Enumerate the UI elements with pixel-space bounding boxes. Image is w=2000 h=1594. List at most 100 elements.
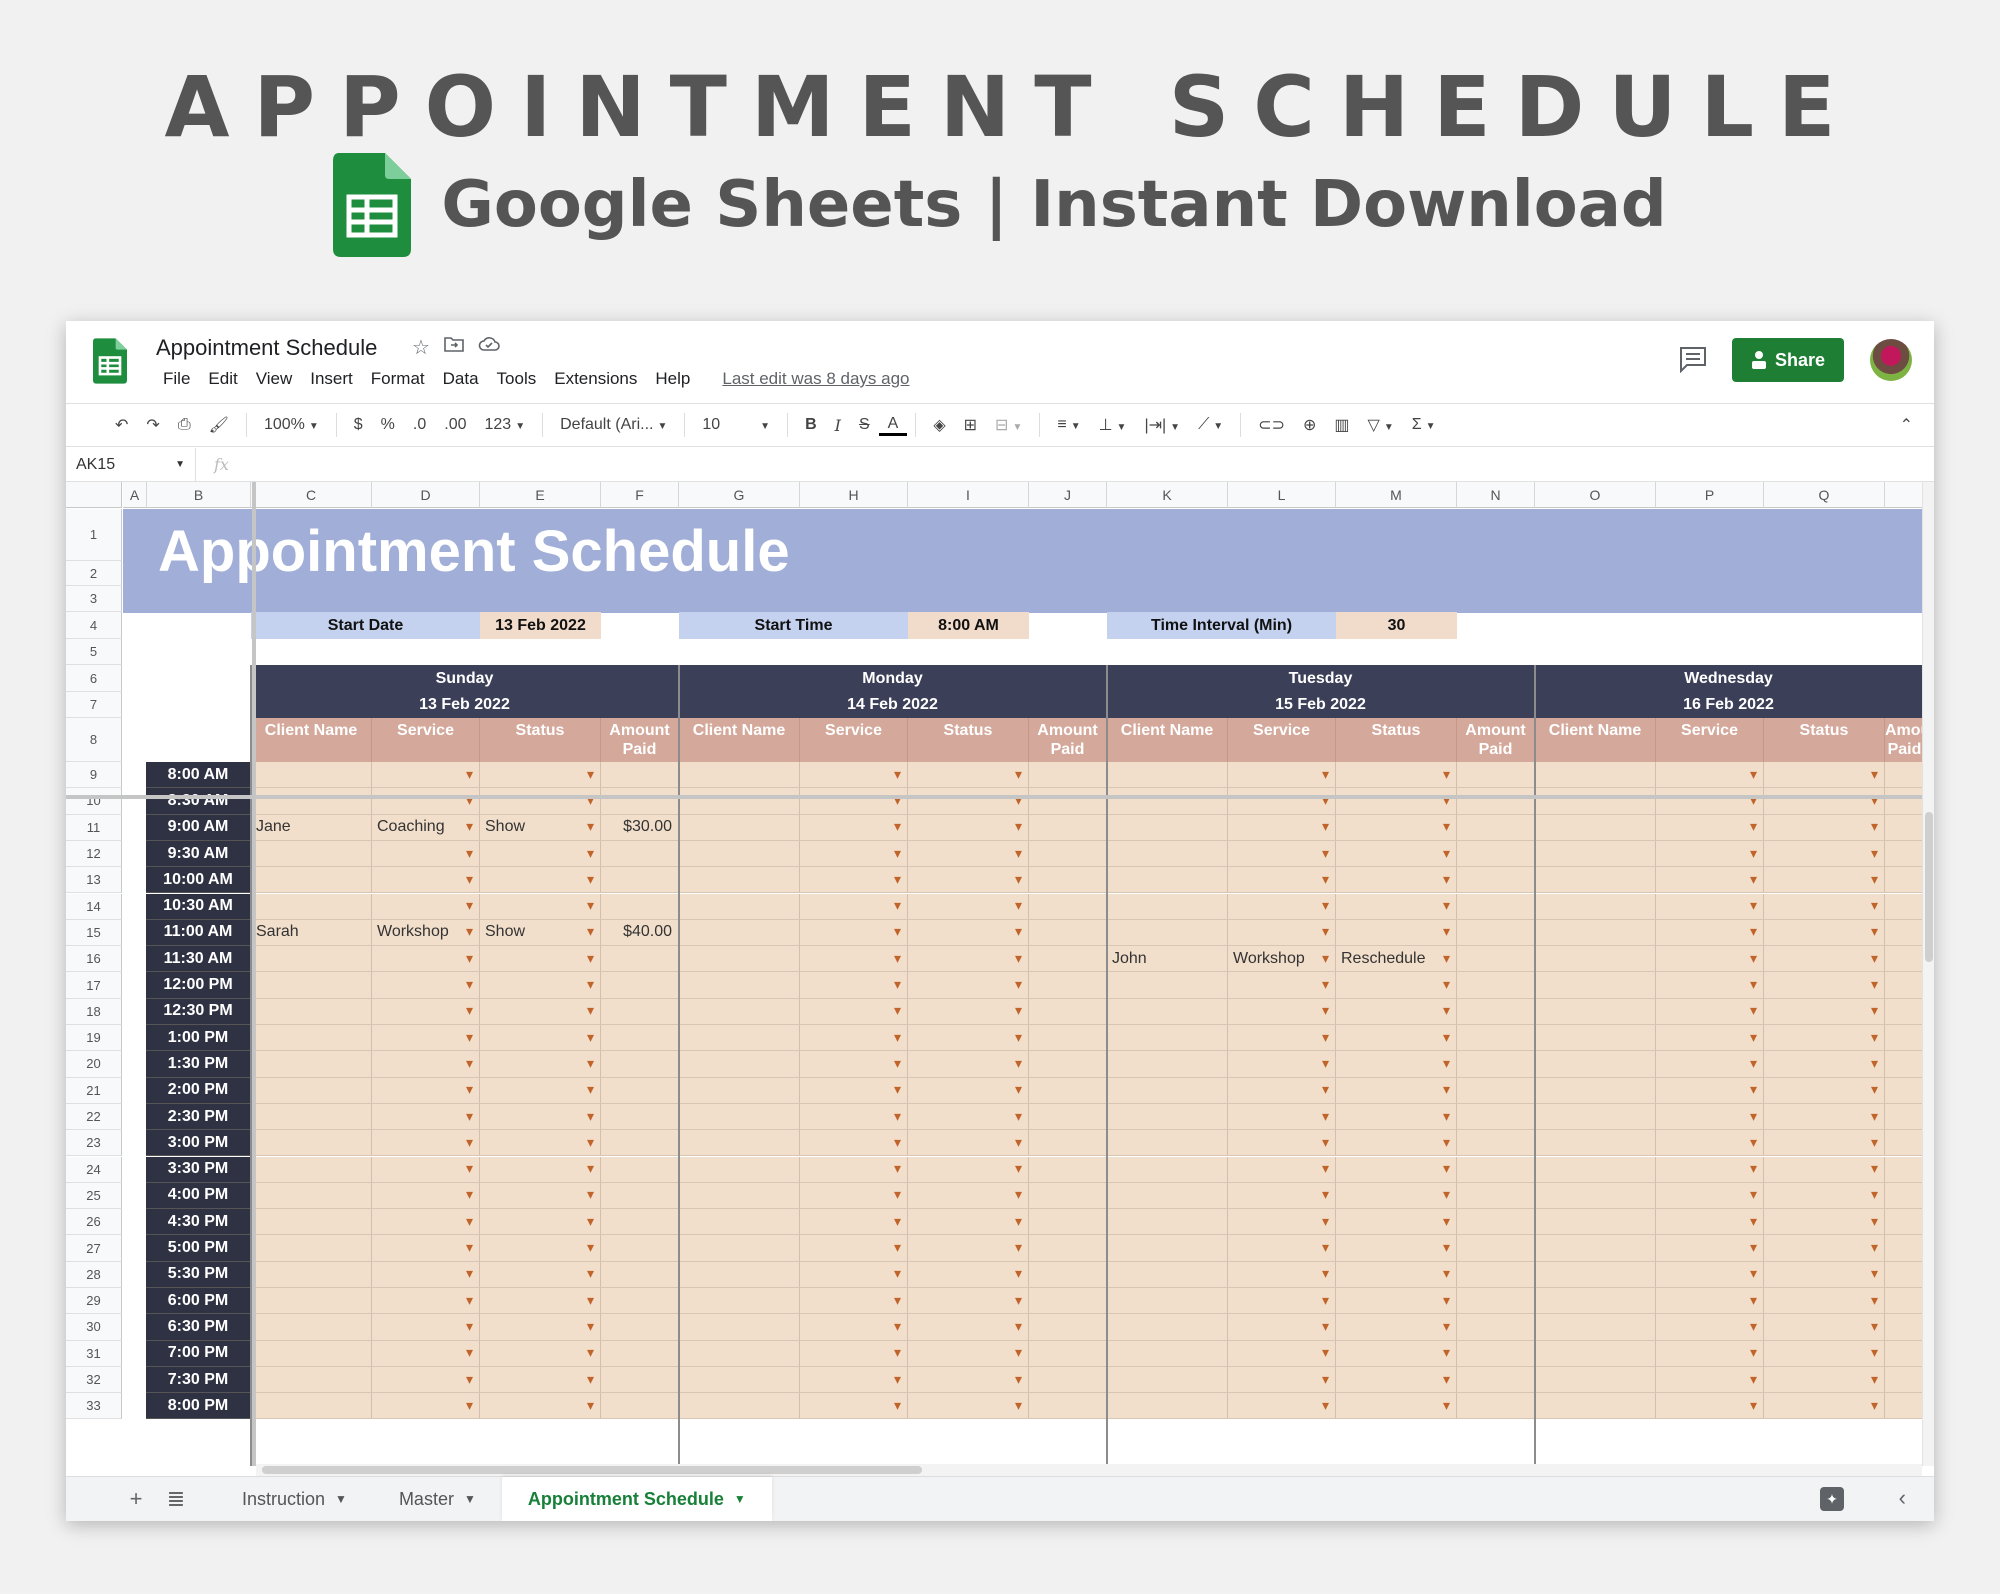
status-dropdown[interactable]: [908, 867, 1029, 894]
client-name-cell[interactable]: [1107, 1130, 1228, 1157]
status-dropdown[interactable]: [1336, 1103, 1457, 1131]
status-dropdown[interactable]: [1764, 1182, 1885, 1210]
status-dropdown[interactable]: [908, 1182, 1029, 1210]
status-dropdown[interactable]: [908, 762, 1029, 789]
client-name-cell[interactable]: [1107, 1103, 1228, 1131]
text-rotation-icon[interactable]: ⟋ ▼: [1189, 416, 1232, 434]
status-dropdown[interactable]: [908, 998, 1029, 1025]
status-dropdown[interactable]: [908, 1156, 1029, 1183]
column-header-d[interactable]: D: [372, 482, 480, 508]
service-dropdown[interactable]: [800, 840, 908, 868]
client-name-cell[interactable]: [679, 840, 800, 868]
amount-paid-cell[interactable]: [1029, 1366, 1107, 1394]
amount-paid-cell[interactable]: [1457, 1235, 1535, 1262]
amount-paid-cell[interactable]: [601, 1261, 679, 1288]
column-header-n[interactable]: N: [1457, 482, 1535, 508]
client-name-cell[interactable]: [1107, 1235, 1228, 1262]
amount-paid-cell[interactable]: [601, 1103, 679, 1131]
amount-paid-cell[interactable]: [601, 1130, 679, 1157]
row-header-19[interactable]: 19: [66, 1025, 122, 1052]
client-name-cell[interactable]: [679, 1156, 800, 1183]
status-dropdown[interactable]: [1764, 1025, 1885, 1052]
amount-paid-cell[interactable]: [1029, 1314, 1107, 1341]
amount-paid-cell[interactable]: [1457, 788, 1535, 815]
client-name-cell[interactable]: [1535, 1209, 1656, 1236]
service-dropdown[interactable]: [800, 1288, 908, 1315]
service-dropdown[interactable]: [372, 788, 480, 815]
frozen-column-divider[interactable]: [252, 482, 256, 1466]
frozen-row-divider[interactable]: [66, 795, 1924, 799]
amount-paid-cell[interactable]: [1885, 1209, 1924, 1236]
tab-instruction[interactable]: Instruction ▼: [216, 1477, 373, 1522]
client-name-cell[interactable]: [679, 762, 800, 789]
client-name-cell[interactable]: [251, 1103, 372, 1131]
amount-paid-cell[interactable]: [1029, 1077, 1107, 1104]
status-dropdown[interactable]: [1764, 919, 1885, 947]
status-dropdown[interactable]: [480, 1103, 601, 1131]
service-dropdown[interactable]: [1656, 1209, 1764, 1236]
row-header-1[interactable]: 1: [66, 509, 122, 561]
client-name-cell[interactable]: [679, 1209, 800, 1236]
last-edit-link[interactable]: Last edit was 8 days ago: [713, 369, 918, 389]
amount-paid-cell[interactable]: [1885, 814, 1924, 841]
amount-paid-cell[interactable]: [1457, 1340, 1535, 1367]
client-name-cell[interactable]: [1535, 840, 1656, 868]
move-folder-icon[interactable]: [444, 335, 464, 360]
status-dropdown[interactable]: [1336, 893, 1457, 920]
start-time-value[interactable]: 8:00 AM: [908, 612, 1029, 639]
status-dropdown[interactable]: [480, 867, 601, 894]
horizontal-align-icon[interactable]: ≡ ▼: [1048, 416, 1089, 434]
client-name-cell[interactable]: [1535, 946, 1656, 973]
collapse-menus-icon[interactable]: ⌃: [1891, 415, 1922, 435]
menu-insert[interactable]: Insert: [301, 369, 362, 389]
service-dropdown[interactable]: [1228, 1130, 1336, 1157]
menu-file[interactable]: File: [154, 369, 199, 389]
amount-paid-cell[interactable]: [1029, 1130, 1107, 1157]
menu-extensions[interactable]: Extensions: [545, 369, 646, 389]
amount-paid-cell[interactable]: [1029, 1235, 1107, 1262]
name-box[interactable]: AK15 ▼: [66, 448, 196, 481]
client-name-cell[interactable]: [251, 1314, 372, 1341]
service-dropdown[interactable]: [1228, 1288, 1336, 1315]
vertical-scrollbar[interactable]: [1922, 482, 1934, 1466]
amount-paid-cell[interactable]: [1457, 972, 1535, 999]
client-name-cell[interactable]: [1107, 998, 1228, 1025]
amount-paid-cell[interactable]: [1029, 1182, 1107, 1210]
status-dropdown[interactable]: [1764, 840, 1885, 868]
amount-paid-cell[interactable]: [1885, 972, 1924, 999]
amount-paid-cell[interactable]: [1885, 1288, 1924, 1315]
service-dropdown[interactable]: [372, 1077, 480, 1104]
borders-icon[interactable]: ⊞: [955, 415, 986, 435]
amount-paid-cell[interactable]: [1029, 1393, 1107, 1420]
amount-paid-cell[interactable]: [1457, 1182, 1535, 1210]
row-header-14[interactable]: 14: [66, 893, 122, 920]
service-dropdown[interactable]: [372, 1051, 480, 1078]
status-dropdown[interactable]: [480, 1340, 601, 1367]
amount-paid-cell[interactable]: [1029, 840, 1107, 868]
amount-paid-cell[interactable]: [601, 1051, 679, 1078]
client-name-cell[interactable]: [1107, 1209, 1228, 1236]
service-dropdown[interactable]: [1656, 1340, 1764, 1367]
row-header-8[interactable]: 8: [66, 718, 122, 762]
status-dropdown[interactable]: [1336, 1340, 1457, 1367]
client-name-cell[interactable]: [1535, 1314, 1656, 1341]
client-name-cell[interactable]: [679, 1051, 800, 1078]
service-dropdown[interactable]: [800, 1182, 908, 1210]
status-dropdown[interactable]: [1764, 867, 1885, 894]
amount-paid-cell[interactable]: [1885, 1366, 1924, 1394]
client-name-cell[interactable]: [1535, 1156, 1656, 1183]
service-dropdown[interactable]: [1228, 762, 1336, 789]
amount-paid-cell[interactable]: [601, 1288, 679, 1315]
status-dropdown[interactable]: [908, 814, 1029, 841]
service-dropdown[interactable]: [1656, 1288, 1764, 1315]
amount-paid-cell[interactable]: [1457, 946, 1535, 973]
service-dropdown[interactable]: [800, 972, 908, 999]
client-name-cell[interactable]: [251, 1077, 372, 1104]
service-dropdown[interactable]: [1228, 840, 1336, 868]
status-dropdown[interactable]: [1336, 1077, 1457, 1104]
amount-paid-cell[interactable]: [1029, 998, 1107, 1025]
status-dropdown[interactable]: [908, 1025, 1029, 1052]
functions-button[interactable]: Σ ▼: [1403, 416, 1445, 434]
insert-link-icon[interactable]: ⊂⊃: [1249, 415, 1294, 435]
service-dropdown[interactable]: [1656, 946, 1764, 973]
